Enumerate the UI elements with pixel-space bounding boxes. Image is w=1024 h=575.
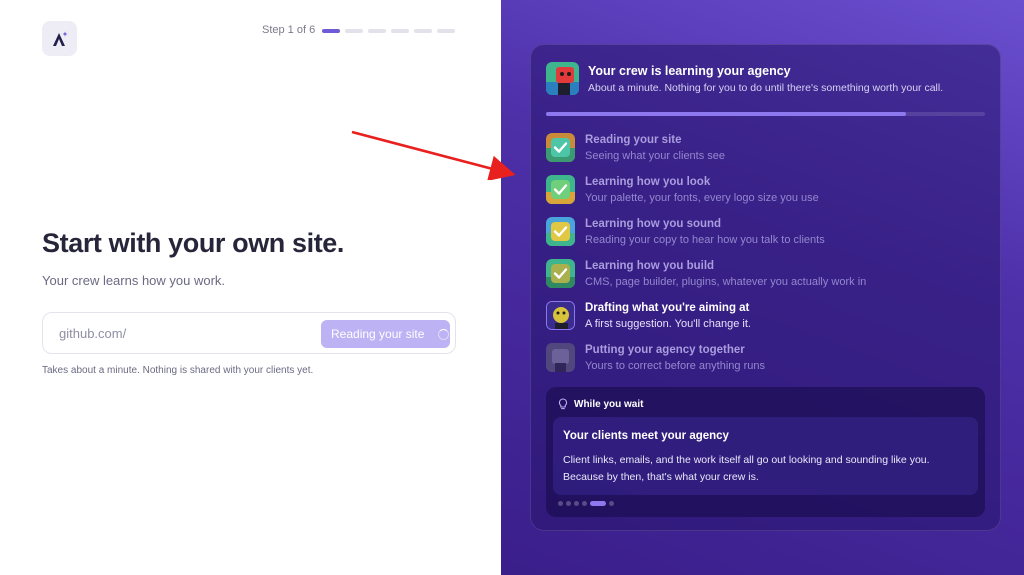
task-description: Yours to correct before anything runs bbox=[585, 360, 765, 372]
crew-member-avatar-icon bbox=[546, 301, 575, 330]
task-description: Reading your copy to hear how you talk t… bbox=[585, 234, 825, 246]
task-name: Reading your site bbox=[585, 134, 682, 146]
step-dot bbox=[391, 29, 409, 33]
task-learning-look: Learning how you look Your palette, your… bbox=[546, 173, 986, 207]
crew-member-avatar-icon bbox=[546, 343, 575, 372]
carousel-dot[interactable] bbox=[558, 501, 563, 506]
annotation-arrow-icon bbox=[351, 130, 516, 180]
lightbulb-icon bbox=[558, 398, 568, 410]
privacy-note: Takes about a minute. Nothing is shared … bbox=[42, 365, 314, 376]
page-title: Start with your own site. bbox=[42, 228, 345, 258]
step-dot bbox=[345, 29, 363, 33]
task-name: Putting your agency together bbox=[585, 344, 745, 356]
step-indicator-text: Step 1 of 6 bbox=[262, 24, 316, 36]
task-learning-build: Learning how you build CMS, page builder… bbox=[546, 257, 986, 291]
while-you-wait-header: While you wait bbox=[558, 398, 643, 410]
app-logo bbox=[42, 21, 77, 56]
task-description: A first suggestion. You'll change it. bbox=[585, 318, 751, 330]
crew-avatar bbox=[546, 62, 579, 95]
page-subtitle: Your crew learns how you work. bbox=[42, 273, 226, 288]
loading-spinner-icon bbox=[438, 328, 450, 340]
check-icon bbox=[546, 175, 575, 204]
check-icon bbox=[546, 133, 575, 162]
carousel-dot[interactable] bbox=[590, 501, 606, 506]
step-dot bbox=[368, 29, 386, 33]
tip-carousel-dots bbox=[558, 501, 614, 506]
tip-body: Client links, emails, and the work itsel… bbox=[563, 454, 930, 483]
tip-card: Your clients meet your agency Client lin… bbox=[553, 417, 978, 495]
carousel-dot[interactable] bbox=[609, 501, 614, 506]
check-icon bbox=[546, 259, 575, 288]
task-description: CMS, page builder, plugins, whatever you… bbox=[585, 276, 867, 288]
site-url-input[interactable] bbox=[59, 326, 309, 341]
step-dot bbox=[414, 29, 432, 33]
while-you-wait-label: While you wait bbox=[574, 398, 644, 410]
reading-site-button-label: Reading your site bbox=[331, 327, 425, 341]
task-name: Learning how you sound bbox=[585, 218, 722, 230]
learning-progress-fill bbox=[546, 112, 906, 116]
step-progress bbox=[322, 29, 455, 33]
task-name: Learning how you build bbox=[585, 260, 715, 272]
carousel-dot[interactable] bbox=[566, 501, 571, 506]
learning-progress-bar bbox=[546, 112, 985, 116]
logo-icon bbox=[52, 31, 67, 46]
task-learning-sound: Learning how you sound Reading your copy… bbox=[546, 215, 986, 249]
task-reading-site: Reading your site Seeing what your clien… bbox=[546, 131, 986, 165]
step-dot bbox=[322, 29, 340, 33]
tip-title: Your clients meet your agency bbox=[563, 430, 729, 442]
carousel-dot[interactable] bbox=[574, 501, 579, 506]
onboarding-left-pane: Step 1 of 6 Start with your own site. Yo… bbox=[0, 0, 501, 575]
task-name: Learning how you look bbox=[585, 176, 711, 188]
task-description: Your palette, your fonts, every logo siz… bbox=[585, 192, 819, 204]
site-url-form: Reading your site bbox=[42, 312, 456, 354]
task-description: Seeing what your clients see bbox=[585, 150, 726, 162]
task-name: Drafting what you're aiming at bbox=[585, 302, 750, 314]
crew-progress-card: Your crew is learning your agency About … bbox=[530, 44, 1001, 531]
card-title: Your crew is learning your agency bbox=[588, 64, 791, 78]
step-dot bbox=[437, 29, 455, 33]
onboarding-right-pane: Your crew is learning your agency About … bbox=[501, 0, 1024, 575]
task-drafting-aim: Drafting what you're aiming at A first s… bbox=[546, 299, 986, 333]
task-putting-agency-together: Putting your agency together Yours to co… bbox=[546, 341, 986, 375]
card-subtitle: About a minute. Nothing for you to do un… bbox=[588, 82, 944, 94]
carousel-dot[interactable] bbox=[582, 501, 587, 506]
reading-site-button[interactable]: Reading your site bbox=[321, 320, 450, 348]
check-icon bbox=[546, 217, 575, 246]
while-you-wait-panel: While you wait Your clients meet your ag… bbox=[546, 387, 985, 517]
